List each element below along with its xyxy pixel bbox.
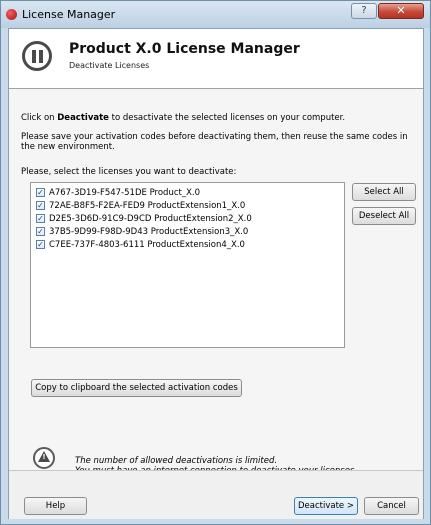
select-all-button[interactable]: Select All xyxy=(352,183,416,201)
header-title: Product X.0 License Manager xyxy=(69,41,300,57)
product-logo-icon xyxy=(22,41,52,71)
license-row[interactable]: ✓ 37B5-9D99-F98D-9D43 ProductExtension3_… xyxy=(33,226,342,238)
window-title: License Manager xyxy=(22,8,116,21)
license-label: C7EE-737F-4803-6111 ProductExtension4_X.… xyxy=(49,240,245,250)
instruction-line-1: Click on Deactivate to desactivate the s… xyxy=(21,113,346,123)
close-button[interactable]: ✕ xyxy=(378,3,424,19)
license-row[interactable]: ✓ 72AE-B8F5-F2EA-FED9 ProductExtension1_… xyxy=(33,200,342,212)
license-manager-window: License Manager ? ✕ Product X.0 License … xyxy=(0,0,431,525)
license-label: 37B5-9D99-F98D-9D43 ProductExtension3_X.… xyxy=(49,227,249,237)
license-label: A767-3D19-F547-51DE Product_X.0 xyxy=(49,188,201,198)
dialog-header: Product X.0 License Manager Deactivate L… xyxy=(9,29,423,89)
instruction-line-2: Please save your activation codes before… xyxy=(21,132,408,152)
license-label: D2E5-3D6D-91C9-D9CD ProductExtension2_X.… xyxy=(49,214,252,224)
license-checkbox[interactable]: ✓ xyxy=(36,201,45,210)
help-button[interactable]: Help xyxy=(24,497,87,515)
deactivate-button[interactable]: Deactivate > xyxy=(294,497,358,515)
title-help-button[interactable]: ? xyxy=(351,3,377,19)
license-row[interactable]: ✓ D2E5-3D6D-91C9-D9CD ProductExtension2_… xyxy=(33,213,342,225)
dialog-body: Click on Deactivate to desactivate the s… xyxy=(9,89,423,470)
license-checkbox[interactable]: ✓ xyxy=(36,214,45,223)
cancel-button[interactable]: Cancel xyxy=(364,497,419,515)
dialog-client: Product X.0 License Manager Deactivate L… xyxy=(8,28,424,519)
instruction-line-3: Please, select the licenses you want to … xyxy=(21,167,237,177)
app-icon xyxy=(6,9,17,20)
license-label: 72AE-B8F5-F2EA-FED9 ProductExtension1_X.… xyxy=(49,201,246,211)
deselect-all-button[interactable]: Deselect All xyxy=(352,207,416,225)
header-subtitle: Deactivate Licenses xyxy=(69,61,150,70)
license-row[interactable]: ✓ C7EE-737F-4803-6111 ProductExtension4_… xyxy=(33,239,342,251)
license-row[interactable]: ✓ A767-3D19-F547-51DE Product_X.0 xyxy=(33,187,342,199)
license-list[interactable]: ✓ A767-3D19-F547-51DE Product_X.0 ✓ 72AE… xyxy=(30,182,345,348)
warning-icon: ! xyxy=(33,447,55,469)
license-checkbox[interactable]: ✓ xyxy=(36,227,45,236)
copy-codes-button[interactable]: Copy to clipboard the selected activatio… xyxy=(31,379,242,397)
license-checkbox[interactable]: ✓ xyxy=(36,240,45,249)
title-bar[interactable]: License Manager ? ✕ xyxy=(1,1,430,28)
license-checkbox[interactable]: ✓ xyxy=(36,188,45,197)
